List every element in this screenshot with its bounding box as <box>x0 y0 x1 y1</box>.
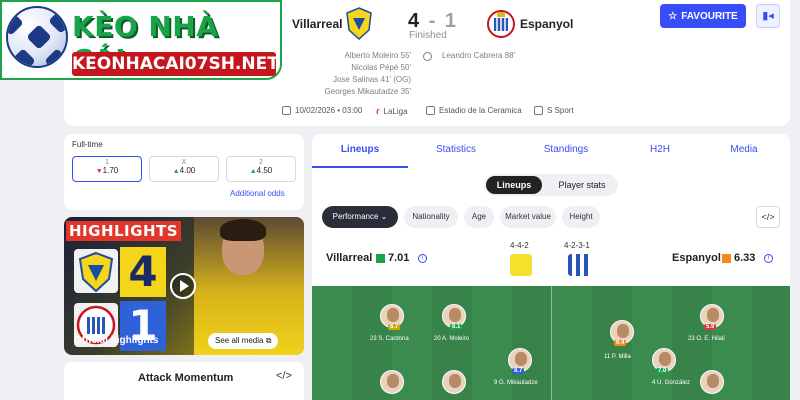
additional-odds-link[interactable]: Additional odds <box>230 189 285 198</box>
attack-momentum-card: Attack Momentum </> <box>64 362 304 400</box>
away-score: 1 <box>444 10 459 32</box>
segment-player-stats[interactable]: Player stats <box>548 176 616 194</box>
away-scorers: Leandro Cabrera 88' <box>442 50 515 62</box>
embed-code-button[interactable]: </> <box>756 206 780 228</box>
pitch: 6.7 23 S. Cardona 8.1 20 A. Moleiro 8.7 … <box>312 286 790 400</box>
tab-standings[interactable]: Standings <box>518 144 614 155</box>
favourite-button[interactable]: ☆ FAVOURITE <box>660 4 746 28</box>
see-all-media-button[interactable]: See all media ⧉ <box>208 333 279 349</box>
scoreline: 4 - 1 <box>408 10 458 33</box>
trend-up-icon: ▲ <box>172 168 180 175</box>
odd-draw[interactable]: X ▲4.00 <box>149 156 219 182</box>
tab-statistics[interactable]: Statistics <box>408 144 504 155</box>
compare-button[interactable]: ▮◂ <box>756 4 780 28</box>
tv-icon <box>534 106 543 115</box>
espanyol-crest-icon <box>487 10 515 38</box>
info-icon[interactable]: i <box>764 254 773 263</box>
highlights-tag: HIGHLIGHTS <box>66 221 182 241</box>
home-score: 4 <box>408 10 422 32</box>
odds-title: Full-time <box>72 140 103 149</box>
filter-nationality[interactable]: Nationality <box>404 206 458 228</box>
odd-home[interactable]: 1 ▼1.70 <box>72 156 142 182</box>
tab-media[interactable]: Media <box>696 144 790 155</box>
match-date: 10/02/2026 • 03:00 <box>282 106 362 115</box>
rating-color-icon <box>376 254 385 263</box>
tab-lineups[interactable]: Lineups <box>312 144 408 155</box>
filter-performance[interactable]: Performance ⌄ <box>322 206 398 228</box>
home-kit-icon <box>510 254 532 276</box>
away-kit-icon <box>568 254 590 276</box>
soccer-ball-icon <box>6 6 68 68</box>
lineup-away-name[interactable]: Espanyol <box>672 252 721 264</box>
match-status: Finished <box>409 30 447 41</box>
info-icon[interactable]: i <box>418 254 427 263</box>
home-goals: 4 <box>120 247 166 297</box>
active-tab-indicator <box>312 166 408 168</box>
rating-color-icon <box>722 254 731 263</box>
league-link[interactable]: ɾ LaLiga <box>376 106 408 116</box>
home-formation: 4-4-2 <box>510 241 529 250</box>
away-rating: 6.33 <box>734 252 756 264</box>
halfway-line <box>551 286 552 400</box>
filter-age[interactable]: Age <box>464 206 494 228</box>
tab-h2h[interactable]: H2H <box>612 144 708 155</box>
compare-icon: ▮◂ <box>762 10 774 22</box>
odd-away[interactable]: 2 ▲4.50 <box>226 156 296 182</box>
star-icon: ☆ <box>668 10 678 22</box>
site-logo[interactable]: KÈO NHÀ CÁI KEONHACAI07SH.NET <box>0 0 282 80</box>
stadium-icon <box>426 106 435 115</box>
away-formation: 4-2-3-1 <box>564 241 590 250</box>
scorer: Leandro Cabrera 88' <box>442 51 516 60</box>
lineups-panel: Lineups Statistics Standings H2H Media L… <box>312 134 790 400</box>
scorer: Jose Salinas 41' (OG) <box>332 75 411 84</box>
lineup-home-name[interactable]: Villarreal <box>326 252 372 264</box>
chevron-down-icon: ⌄ <box>380 212 388 221</box>
segment-lineups[interactable]: Lineups <box>486 176 542 194</box>
scorer: Georges Mikautadze 35' <box>324 87 411 96</box>
odds-card: Full-time 1 ▼1.70 X ▲4.00 2 ▲4.50 Additi… <box>64 134 304 210</box>
away-team-name[interactable]: Espanyol <box>520 17 573 31</box>
logo-url: KEONHACAI07SH.NET <box>72 52 279 76</box>
goal-ball-icon <box>423 52 432 61</box>
play-icon[interactable] <box>170 273 196 299</box>
media-icon: ⧉ <box>265 336 272 345</box>
home-scorers: Alberto Moleiro 55' Nicolas Pépé 50' Jos… <box>281 50 411 98</box>
laliga-icon: ɾ <box>376 106 380 116</box>
scorer: Alberto Moleiro 55' <box>344 51 411 60</box>
tv-channel: S Sport <box>534 106 574 115</box>
villarreal-crest-icon <box>74 249 118 293</box>
home-team-name[interactable]: Villarreal <box>292 17 342 31</box>
scorer: Nicolas Pépé 50' <box>351 63 411 72</box>
calendar-icon <box>282 106 291 115</box>
score-separator: - <box>428 10 438 32</box>
trend-up-icon: ▲ <box>249 168 257 175</box>
home-rating: 7.01 <box>388 252 410 264</box>
trend-down-icon: ▼ <box>95 168 103 175</box>
highlights-caption: Official highlights <box>74 335 159 346</box>
filter-market-value[interactable]: Market value <box>500 206 556 228</box>
embed-code-icon[interactable]: </> <box>276 370 292 382</box>
villarreal-crest-icon <box>346 7 372 40</box>
attack-momentum-title: Attack Momentum <box>138 372 234 384</box>
stadium: Estadio de la Ceramica <box>426 106 522 115</box>
filter-height[interactable]: Height <box>562 206 600 228</box>
highlights-card[interactable]: HIGHLIGHTS 4 1 Official highlights See a… <box>64 217 304 355</box>
